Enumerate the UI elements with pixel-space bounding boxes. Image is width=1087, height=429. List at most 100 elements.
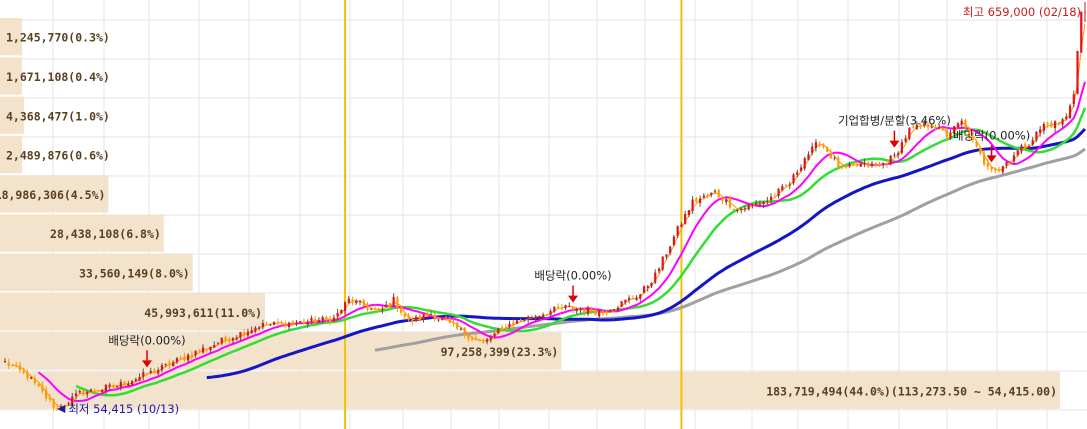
candle-body-185 xyxy=(695,198,698,202)
candle-body-215 xyxy=(807,154,810,160)
candle-body-174 xyxy=(654,272,657,283)
candle-body-225 xyxy=(844,166,847,168)
candle-241 xyxy=(904,135,907,143)
candle-body-79 xyxy=(299,321,302,323)
candle-body-159 xyxy=(598,310,601,317)
volume-label-1: 1,671,108(0.4%) xyxy=(6,70,110,84)
candle-body-24 xyxy=(93,390,96,392)
candle-237 xyxy=(889,155,892,166)
candle-body-160 xyxy=(601,311,605,313)
candle-body-73 xyxy=(276,322,279,324)
candle-body-111 xyxy=(418,315,421,320)
candle-body-170 xyxy=(639,294,642,299)
candle-body-146 xyxy=(549,311,552,315)
candle-188 xyxy=(706,193,709,199)
candle-body-84 xyxy=(317,320,321,323)
candle-body-62 xyxy=(235,337,238,340)
candle-171 xyxy=(642,285,646,294)
candle-body-88 xyxy=(332,317,335,322)
event-label-2: 기업합병/분할(3.46%) xyxy=(838,114,951,128)
candle-body-85 xyxy=(321,317,324,320)
candle-179 xyxy=(672,235,676,247)
candle-body-75 xyxy=(284,323,287,327)
volume-label-0: 1,245,770(0.3%) xyxy=(6,31,110,45)
candle-body-281 xyxy=(1054,121,1057,129)
candle-206 xyxy=(773,192,776,197)
candle-body-223 xyxy=(837,157,840,167)
candle-body-271 xyxy=(1016,150,1019,156)
candle-body-8 xyxy=(33,378,36,383)
candle-body-165 xyxy=(620,301,623,307)
candle-body-273 xyxy=(1024,144,1027,148)
candle-body-19 xyxy=(74,393,78,397)
candle-215 xyxy=(807,151,810,161)
candle-body-154 xyxy=(579,309,582,311)
candle-body-119 xyxy=(448,319,451,323)
candle-94 xyxy=(355,299,358,305)
candle-body-57 xyxy=(216,343,220,345)
volume-label-8: 97,258,399(23.3%) xyxy=(441,345,559,359)
candle-body-179 xyxy=(672,236,676,246)
candle-183 xyxy=(687,209,690,217)
candle-body-284 xyxy=(1065,116,1068,120)
candle-body-138 xyxy=(519,320,522,322)
candle-body-115 xyxy=(433,314,436,320)
candle-182 xyxy=(684,210,687,225)
candle-body-151 xyxy=(568,305,571,307)
candle-body-182 xyxy=(684,214,687,224)
candle-234 xyxy=(878,161,881,167)
candle-body-211 xyxy=(792,174,795,184)
candle-body-287 xyxy=(1076,51,1079,95)
candle-body-52 xyxy=(198,350,201,352)
candle-body-172 xyxy=(646,286,649,288)
candle-body-124 xyxy=(467,335,470,340)
candle-body-59 xyxy=(224,337,227,341)
candle-body-68 xyxy=(258,327,261,329)
candle-body-149 xyxy=(560,307,563,309)
candle-body-274 xyxy=(1027,145,1031,149)
candle-261 xyxy=(979,146,982,156)
candle-220 xyxy=(826,146,829,153)
candle-body-109 xyxy=(411,320,414,322)
candle-body-60 xyxy=(228,339,231,342)
candle-70 xyxy=(265,321,268,326)
candle-body-50 xyxy=(190,354,193,357)
candle-body-257 xyxy=(964,119,967,128)
candle-body-82 xyxy=(310,317,313,321)
candle-body-95 xyxy=(358,300,362,302)
candle-102 xyxy=(385,300,388,308)
candle-280 xyxy=(1050,120,1053,129)
candle-body-241 xyxy=(904,138,907,142)
candle-272 xyxy=(1020,143,1023,154)
candle-body-218 xyxy=(818,143,821,145)
candle-body-164 xyxy=(616,307,619,311)
candle-body-108 xyxy=(407,315,410,320)
candle-body-126 xyxy=(474,337,477,340)
candle-body-236 xyxy=(885,163,889,165)
candle-body-152 xyxy=(571,306,575,310)
candle-body-139 xyxy=(523,320,526,322)
candle-body-264 xyxy=(990,167,993,170)
candle-body-28 xyxy=(108,384,111,387)
candle-body-212 xyxy=(796,172,799,175)
candle-192 xyxy=(721,197,724,205)
candle-body-27 xyxy=(104,385,107,391)
candle-body-157 xyxy=(590,309,593,312)
candle-body-97 xyxy=(366,305,369,310)
candle-body-3 xyxy=(15,365,18,367)
candle-body-34 xyxy=(130,381,134,385)
candle-body-229 xyxy=(859,163,862,167)
candle-136 xyxy=(512,319,515,329)
candle-body-166 xyxy=(624,299,627,303)
event-3: 배당락(0.00%) xyxy=(953,128,1030,163)
volume-label-3: 2,489,876(0.6%) xyxy=(6,149,110,163)
candle-281 xyxy=(1054,120,1057,132)
candle-207 xyxy=(777,187,780,199)
candle-body-188 xyxy=(706,195,709,197)
candle-221 xyxy=(829,149,832,159)
candle-body-134 xyxy=(504,327,507,329)
candle-body-7 xyxy=(30,377,33,379)
candle-body-208 xyxy=(781,186,784,191)
candle-body-275 xyxy=(1031,140,1034,145)
candle-body-144 xyxy=(542,314,545,317)
